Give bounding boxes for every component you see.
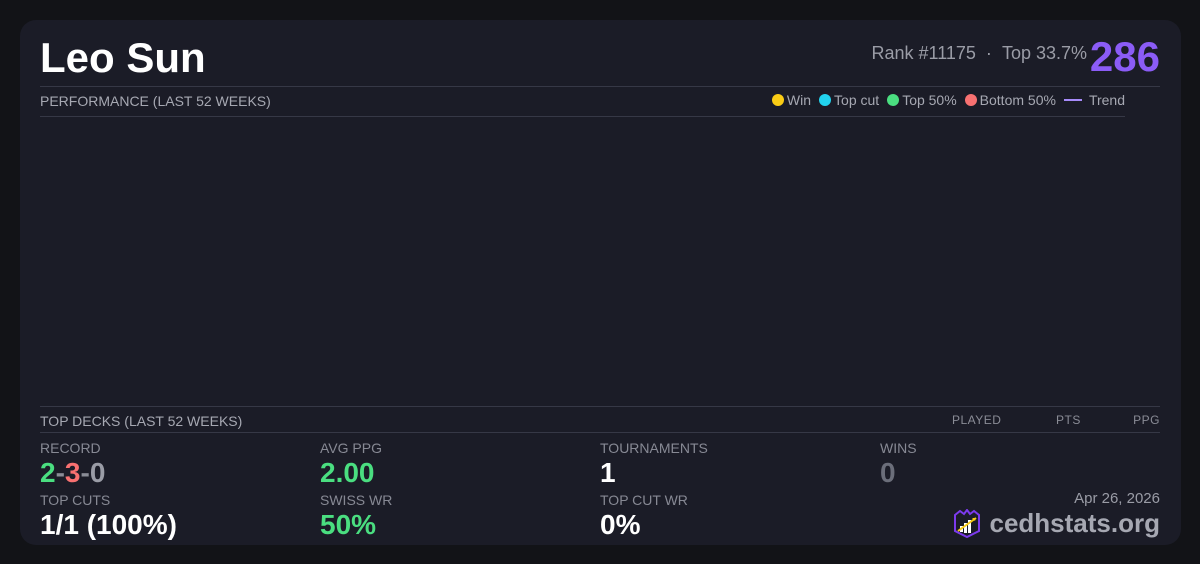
- wins-value: 0: [880, 457, 896, 488]
- legend-win: Win: [771, 92, 812, 108]
- brand: cedhstats.org: [952, 508, 1161, 539]
- column-ppg: PPG: [1133, 413, 1160, 427]
- win-dot-icon: [771, 94, 784, 106]
- record-value: 2-3-0: [40, 457, 105, 489]
- top-percent: Top 33.7%: [1001, 43, 1087, 63]
- top-decks-title: TOP DECKS (LAST 52 WEEKS): [40, 413, 243, 429]
- legend-trend: Trend: [1063, 92, 1125, 108]
- legend-label: Win: [786, 92, 812, 108]
- record-losses: 3: [64, 457, 81, 488]
- divider: [40, 406, 1160, 407]
- top-cut-wr-label: TOP CUT WR: [600, 492, 688, 508]
- brand-name: cedhstats.org: [989, 508, 1161, 538]
- dash: -: [80, 457, 90, 488]
- performance-title: PERFORMANCE (LAST 52 WEEKS): [40, 93, 271, 109]
- record-wins: 2: [40, 457, 56, 488]
- legend-top-cut: Top cut: [819, 92, 879, 108]
- performance-chart-area: [40, 117, 1125, 405]
- score: 286: [1089, 33, 1160, 80]
- record-draws: 0: [89, 457, 106, 488]
- wins-label: WINS: [880, 440, 917, 456]
- top-50-dot-icon: [887, 94, 900, 106]
- cedhstats-logo-icon: [953, 508, 980, 538]
- player-card: Leo Sun Rank #11175 · Top 33.7% 286 PERF…: [20, 20, 1181, 545]
- top-cuts-label: TOP CUTS: [40, 492, 111, 508]
- tournaments-value: 1: [600, 457, 616, 488]
- bottom-50-dot-icon: [964, 94, 977, 106]
- chart-legend: Win Top cut Top 50% Bottom 50% Trend: [771, 92, 1125, 108]
- swiss-wr-label: SWISS WR: [320, 492, 393, 508]
- legend-top-50: Top 50%: [887, 92, 957, 108]
- column-played: PLAYED: [952, 413, 1002, 427]
- avg-ppg-label: AVG PPG: [320, 440, 382, 456]
- separator: ·: [985, 43, 992, 63]
- swiss-wr-value: 50%: [320, 509, 377, 540]
- record-label: RECORD: [40, 440, 101, 456]
- top-cut-wr-value: 0%: [600, 509, 641, 540]
- player-name: Leo Sun: [40, 34, 206, 81]
- dash: -: [55, 457, 65, 488]
- trend-line-icon: [1063, 99, 1082, 101]
- legend-bottom-50: Bottom 50%: [964, 92, 1056, 108]
- date: Apr 26, 2026: [1074, 490, 1160, 507]
- column-pts: PTS: [1056, 413, 1081, 427]
- divider: [40, 432, 1160, 433]
- legend-label: Top cut: [834, 92, 880, 108]
- divider: [40, 86, 1160, 87]
- tournaments-label: TOURNAMENTS: [600, 440, 708, 456]
- top-cuts-value: 1/1 (100%): [40, 509, 177, 540]
- top-cut-dot-icon: [819, 94, 832, 106]
- legend-label: Trend: [1088, 92, 1125, 108]
- avg-ppg-value: 2.00: [320, 457, 375, 488]
- rank: Rank #11175: [871, 43, 976, 63]
- legend-label: Bottom 50%: [979, 92, 1056, 108]
- rank-info: Rank #11175 · Top 33.7%: [871, 43, 1087, 64]
- legend-label: Top 50%: [902, 92, 957, 108]
